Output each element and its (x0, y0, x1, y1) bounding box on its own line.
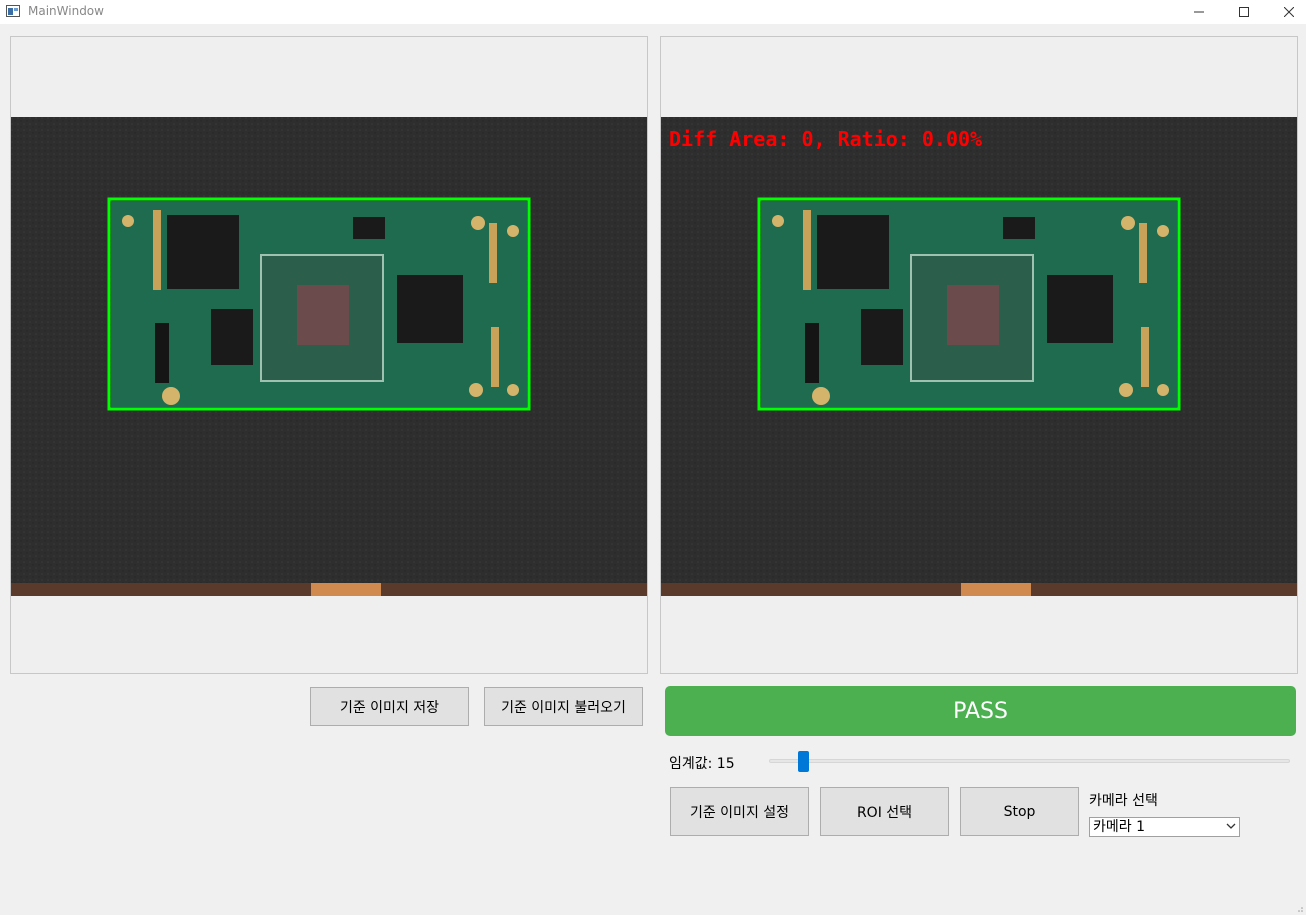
set-reference-button[interactable]: 기준 이미지 설정 (670, 787, 809, 836)
pcb-image (11, 117, 647, 596)
camera-select-dropdown[interactable]: 카메라 1 (1089, 817, 1240, 837)
camera-select-value: 카메라 1 (1093, 819, 1145, 835)
load-reference-button[interactable]: 기준 이미지 불러오기 (484, 687, 643, 726)
minimize-icon (1194, 11, 1204, 13)
close-button[interactable] (1266, 0, 1306, 24)
stop-button[interactable]: Stop (960, 787, 1079, 836)
title-bar: MainWindow (0, 0, 1306, 24)
pcb-image (661, 117, 1297, 596)
live-image-panel: Diff Area: 0, Ratio: 0.00% (660, 36, 1298, 674)
maximize-icon (1239, 7, 1249, 17)
result-status: PASS (665, 686, 1296, 736)
diff-overlay-text: Diff Area: 0, Ratio: 0.00% (669, 127, 983, 151)
reference-camera-frame (11, 117, 647, 596)
camera-select-label: 카메라 선택 (1089, 793, 1158, 809)
chevron-down-icon (1226, 823, 1236, 829)
roi-select-button[interactable]: ROI 선택 (820, 787, 949, 836)
reference-image-panel (10, 36, 648, 674)
resize-grip-icon[interactable] (1296, 905, 1304, 913)
window-title: MainWindow (28, 4, 104, 18)
threshold-label: 임계값: 15 (669, 756, 735, 772)
live-camera-frame: Diff Area: 0, Ratio: 0.00% (661, 117, 1297, 596)
app-icon (6, 5, 20, 17)
threshold-slider-handle[interactable] (798, 751, 809, 772)
threshold-slider-track[interactable] (769, 759, 1290, 763)
close-icon (1284, 7, 1294, 17)
save-reference-button[interactable]: 기준 이미지 저장 (310, 687, 469, 726)
minimize-button[interactable] (1176, 0, 1222, 24)
maximize-button[interactable] (1221, 0, 1267, 24)
